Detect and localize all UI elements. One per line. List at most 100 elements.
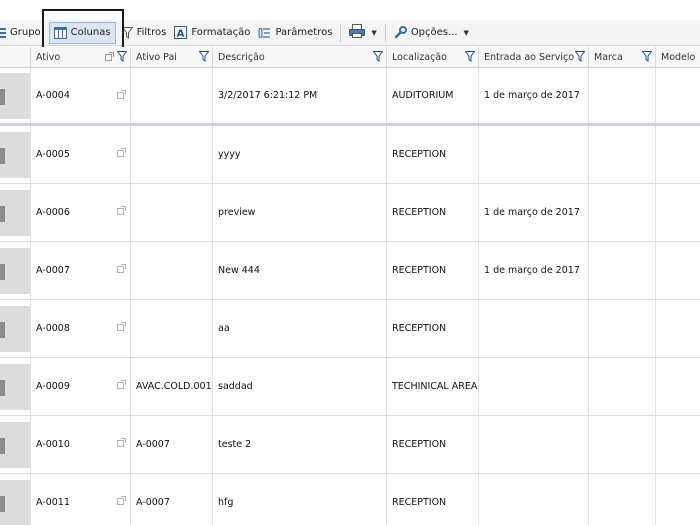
cell-descricao: saddad [213,358,387,415]
cell-modelo [656,358,700,415]
cell-entrada-servico [479,300,589,357]
cell-marca [589,184,656,241]
group-button[interactable]: Grupo [0,22,45,44]
cell-ativo-pai: A-0007 [131,416,213,473]
column-header-modelo[interactable]: Modelo [656,47,700,68]
group-label: Grupo [10,27,41,38]
cell-descricao: aa [213,300,387,357]
parameters-button[interactable]: Parâmetros [254,22,336,44]
cell-localizacao: RECEPTION [387,416,479,473]
svg-text:A: A [177,29,185,40]
open-link-icon[interactable] [117,496,126,508]
cell-modelo [656,242,700,299]
column-header-label: Modelo [661,52,696,63]
columns-label: Colunas [70,27,111,38]
row-selector[interactable] [0,416,31,473]
cell-ativo-pai [131,126,213,183]
cell-ativo-pai: A-0007 [131,474,213,525]
chevron-down-icon: ▼ [371,28,377,37]
columns-button[interactable]: Colunas [48,21,116,44]
cell-entrada-servico: 1 de março de 2017 [479,68,589,123]
open-link-icon[interactable] [117,148,126,160]
cell-ativo-pai [131,242,213,299]
toolbar-separator [340,23,342,42]
column-header-ativo-pai[interactable]: Ativo Pai [131,47,213,68]
row-selector[interactable] [0,68,31,123]
filter-icon [121,26,133,39]
print-dropdown[interactable]: ▼ [345,22,380,44]
open-link-icon[interactable] [117,322,126,334]
column-header-entrada-servico[interactable]: Entrada ao Serviço [479,47,589,68]
column-header-descricao[interactable]: Descrição [213,47,387,68]
filter-icon[interactable] [372,51,384,65]
table-row[interactable]: A-0010 A-0007 teste 2 RECEPTION [0,416,700,474]
cell-marca [589,358,656,415]
cell-marca [589,416,656,473]
cell-localizacao: RECEPTION [387,300,479,357]
table-row[interactable]: A-0005 yyyy RECEPTION [0,126,700,184]
cell-modelo [656,474,700,525]
grid-toolbar: Grupo Colunas Filtros A Formatação Parâm… [0,20,700,46]
open-link-icon[interactable] [117,438,126,450]
cell-ativo: A-0010 [31,416,131,473]
filters-label: Filtros [136,27,167,38]
cell-marca [589,300,656,357]
open-link-icon[interactable] [117,206,126,218]
open-link-icon[interactable] [117,90,126,102]
column-header-marca[interactable]: Marca [589,47,656,68]
cell-marca [589,126,656,183]
columns-icon [53,26,67,39]
formatting-button[interactable]: A Formatação [170,22,254,44]
filter-icon[interactable] [574,51,586,65]
cell-localizacao: TECHINICAL AREA [387,358,479,415]
group-icon [0,27,6,38]
print-icon [349,24,366,41]
filters-button[interactable]: Filtros [118,22,171,44]
column-header-ativo[interactable]: Ativo [31,47,131,68]
cell-entrada-servico [479,358,589,415]
filter-icon[interactable] [198,51,210,65]
cell-modelo [656,184,700,241]
link-icon [105,52,114,64]
cell-ativo-pai: AVAC.COLD.001 [131,358,213,415]
cell-ativo: A-0008 [31,300,131,357]
assets-grid: Ativo Ativo Pai Descrição Localização En… [0,47,700,525]
table-row[interactable]: A-0011 A-0007 hfg RECEPTION [0,474,700,525]
table-row[interactable]: A-0009 AVAC.COLD.001 saddad TECHINICAL A… [0,358,700,416]
open-link-icon[interactable] [117,264,126,276]
open-link-icon[interactable] [117,380,126,392]
row-selector[interactable] [0,126,31,183]
cell-marca [589,242,656,299]
parameters-label: Parâmetros [275,27,333,38]
formatting-label: Formatação [191,27,251,38]
column-header-localizacao[interactable]: Localização [387,47,479,68]
cell-modelo [656,416,700,473]
filter-icon[interactable] [116,51,128,65]
row-selector[interactable] [0,474,31,525]
options-dropdown[interactable]: Opções... ▼ [390,22,473,44]
table-row[interactable]: A-0006 preview RECEPTION 1 de março de 2… [0,184,700,242]
cell-ativo: A-0004 [31,68,131,123]
column-header-label: Entrada ao Serviço [484,52,575,63]
cell-marca [589,68,656,123]
filter-icon[interactable] [464,51,476,65]
column-header-label: Ativo Pai [136,52,177,63]
column-header-label: Localização [392,52,447,63]
column-header-label: Marca [594,52,623,63]
row-selector[interactable] [0,184,31,241]
cell-localizacao: RECEPTION [387,184,479,241]
row-selector[interactable] [0,358,31,415]
cell-ativo-pai [131,300,213,357]
table-row[interactable]: A-0007 New 444 RECEPTION 1 de março de 2… [0,242,700,300]
table-row[interactable]: A-0008 aa RECEPTION [0,300,700,358]
top-strip [0,0,700,16]
row-selector[interactable] [0,242,31,299]
row-selector[interactable] [0,300,31,357]
cell-modelo [656,300,700,357]
filter-icon[interactable] [641,51,653,65]
cell-entrada-servico: 1 de março de 2017 [479,184,589,241]
cell-descricao: New 444 [213,242,387,299]
cell-ativo-pai [131,184,213,241]
column-header-label: Ativo [36,52,61,63]
table-row[interactable]: A-0004 3/2/2017 6:21:12 PM AUDITORIUM 1 … [0,68,700,126]
